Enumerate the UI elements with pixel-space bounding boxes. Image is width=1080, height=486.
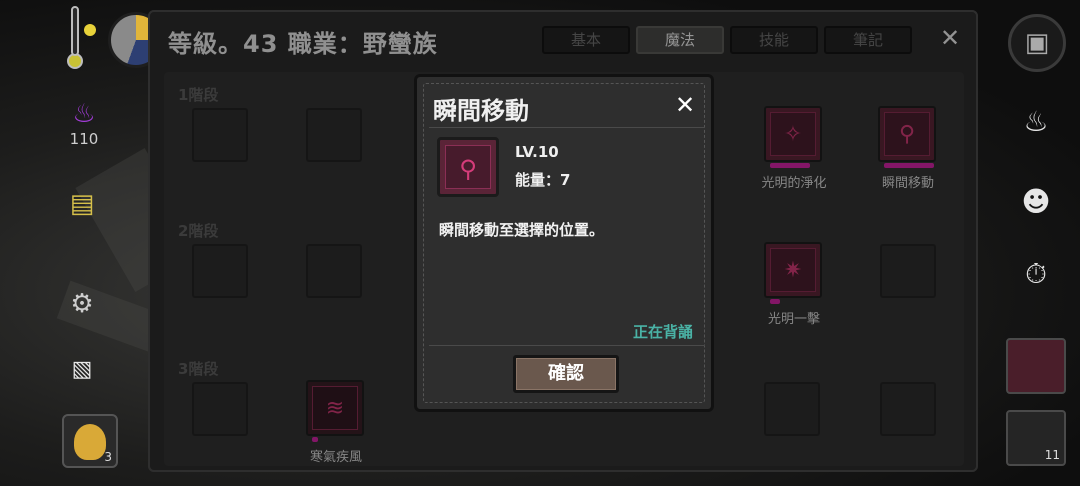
fire-stat: ♨ 110 xyxy=(64,100,104,148)
dialog-close-icon[interactable]: ✕ xyxy=(675,91,695,119)
fire-count: 110 xyxy=(69,130,99,148)
skill-detail-dialog: 瞬間移動 ✕ ⚲ LV.10 能量：7 瞬間移動至選擇的位置。 正在背誦 確認 xyxy=(414,74,714,412)
backpack-icon: ▣ xyxy=(1024,28,1050,58)
divider xyxy=(429,127,705,128)
inventory-slot-count: 3 xyxy=(104,450,112,464)
skill-energy: 能量：7 xyxy=(515,171,571,189)
gear-icon[interactable]: ⚙ xyxy=(64,286,100,322)
skill-icon-frame: ⚲ xyxy=(437,137,499,197)
bow-slot[interactable]: 11 xyxy=(1006,410,1066,466)
bow-slot-count: 11 xyxy=(1044,448,1060,462)
skill-description: 瞬間移動至選擇的位置。 xyxy=(439,221,605,239)
skill-level: LV.10 xyxy=(515,143,559,161)
map-card-icon[interactable]: ▧ xyxy=(64,352,100,388)
game-screen: { "hud": { "fire_count": "110", "invento… xyxy=(0,0,1080,486)
confirm-button[interactable]: 確認 xyxy=(513,355,619,393)
thermometer-icon xyxy=(64,6,86,70)
inventory-slot[interactable]: 3 xyxy=(62,414,118,468)
memorizing-status: 正在背誦 xyxy=(632,323,693,341)
left-hud: ♨ 110 ▤ ⚙ ▧ 3 xyxy=(0,0,164,486)
sun-marker-icon xyxy=(84,24,96,36)
divider xyxy=(429,345,705,346)
flame-item-icon xyxy=(74,424,106,460)
quick-slot[interactable] xyxy=(1006,338,1066,394)
scroll-icon[interactable]: ▤ xyxy=(64,186,100,222)
character-signal-icon[interactable]: ☻ xyxy=(1018,184,1054,220)
campfire-icon[interactable]: ♨ xyxy=(1018,104,1054,140)
purple-fire-icon: ♨ xyxy=(72,99,96,129)
backpack-button[interactable]: ▣ xyxy=(1008,14,1066,72)
teleport-icon: ⚲ xyxy=(445,145,491,189)
dialog-title: 瞬間移動 xyxy=(433,97,529,125)
stopwatch-icon[interactable]: ⏱ xyxy=(1018,256,1054,292)
